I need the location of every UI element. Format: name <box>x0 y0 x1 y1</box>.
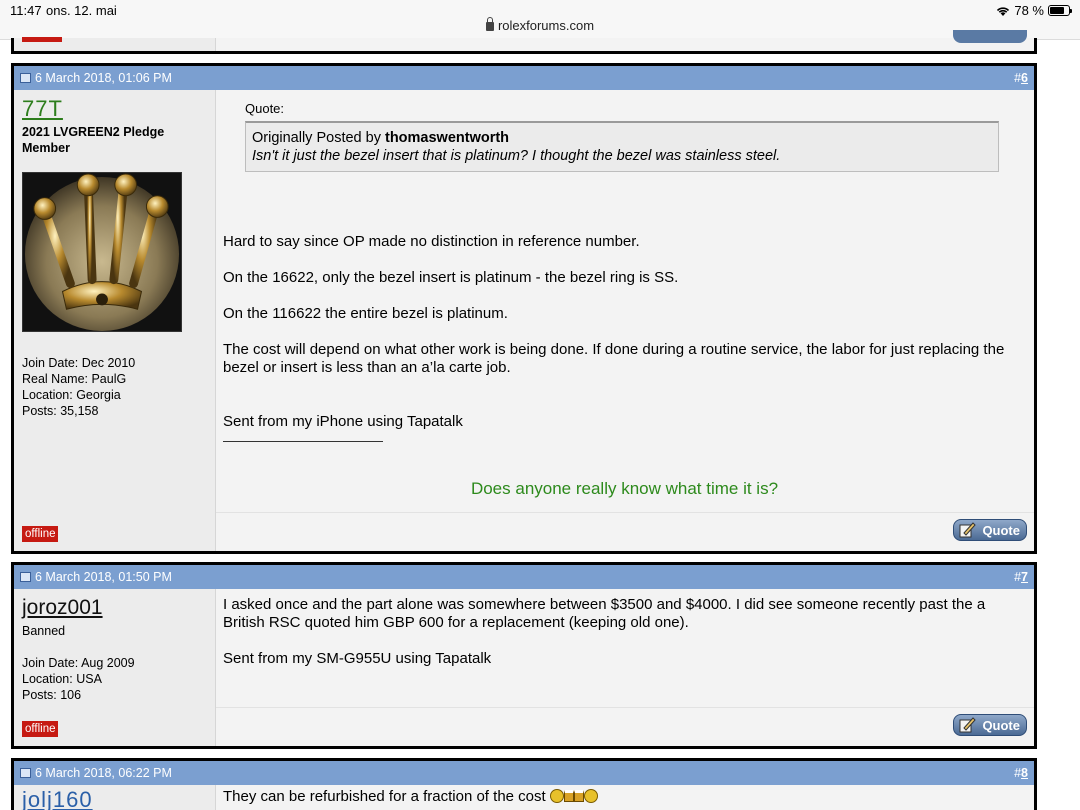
post-number-link[interactable]: #8 <box>1014 761 1028 785</box>
battery-icon <box>1048 5 1072 16</box>
quote-box: Originally Posted by thomaswentworth Isn… <box>245 121 999 172</box>
username-link[interactable]: jolj160 <box>22 787 207 810</box>
url-text: rolexforums.com <box>497 18 595 33</box>
lock-icon <box>485 17 494 31</box>
post-message: Quote: Originally Posted by thomaswentwo… <box>216 90 1034 551</box>
post-icon <box>20 73 31 83</box>
signature-divider <box>223 441 383 442</box>
real-name: Real Name: PaulG <box>22 372 127 386</box>
post-header: 6 March 2018, 01:06 PM #6 <box>14 66 1034 90</box>
post-header: 6 March 2018, 06:22 PM #8 <box>14 761 1034 785</box>
message-paragraph: Hard to say since OP made no distinction… <box>223 233 640 250</box>
footer-divider <box>216 512 1034 513</box>
offline-badge: offline <box>22 721 59 737</box>
quote-button-label: Quote <box>982 523 1020 538</box>
footer-divider <box>216 707 1034 708</box>
previous-post-fragment <box>11 30 1037 54</box>
message-paragraph: On the 16622, only the bezel insert is p… <box>223 269 679 286</box>
post-date: 6 March 2018, 01:50 PM <box>35 570 172 584</box>
quote-pen-icon <box>959 522 976 538</box>
quote-text: Isn't it just the bezel insert that is p… <box>252 148 781 164</box>
user-title: 2021 LVGREEN2 Pledge Member <box>22 125 165 155</box>
post-message: I asked once and the part alone was some… <box>216 589 1034 746</box>
quote-label: Quote: <box>245 101 285 116</box>
signature: Does anyone really know what time it is? <box>470 479 779 498</box>
battery-percent: 78 % <box>1014 3 1044 18</box>
location: Location: Georgia <box>22 388 121 402</box>
post-6: 6 March 2018, 01:06 PM #6 77T 2021 LVGRE… <box>11 63 1037 554</box>
beer-icon <box>573 790 584 802</box>
quote-button[interactable]: Quote <box>953 519 1027 541</box>
user-title: Banned <box>22 624 66 638</box>
post-number[interactable]: 6 <box>1021 71 1028 85</box>
post-number[interactable]: 8 <box>1021 766 1028 780</box>
user-info: joroz001 Banned Join Date: Aug 2009 Loca… <box>14 589 216 746</box>
post-number-link[interactable]: #6 <box>1014 66 1028 90</box>
quote-button[interactable]: Quote <box>953 714 1027 736</box>
user-info: jolj160 <box>14 785 216 810</box>
message-paragraph: They can be refurbished for a fraction o… <box>223 788 546 805</box>
smiley-icon <box>549 789 564 803</box>
post-message: They can be refurbished for a fraction o… <box>216 785 1034 810</box>
status-date: ons. 12. mai <box>46 3 117 18</box>
quote-author-prefix: Originally Posted by <box>252 130 381 146</box>
post-count: Posts: 106 <box>22 688 82 702</box>
status-right: 78 % <box>996 3 1072 18</box>
offline-badge-fragment <box>22 37 62 42</box>
join-date: Join Date: Aug 2009 <box>22 656 135 670</box>
post-number-link[interactable]: #7 <box>1014 565 1028 589</box>
user-info: 77T 2021 LVGREEN2 Pledge Member Join Dat… <box>14 90 216 551</box>
message-paragraph: I asked once and the part alone was some… <box>223 596 986 631</box>
wifi-icon <box>997 6 1010 16</box>
join-date: Join Date: Dec 2010 <box>22 356 136 370</box>
post-date: 6 March 2018, 01:06 PM <box>35 71 172 85</box>
message-paragraph: The cost will depend on what other work … <box>223 341 1005 376</box>
address-bar[interactable]: rolexforums.com <box>0 17 1080 33</box>
post-8: 6 March 2018, 06:22 PM #8 jolj160 They c… <box>11 758 1037 810</box>
post-7: 6 March 2018, 01:50 PM #7 joroz001 Banne… <box>11 562 1037 749</box>
status-time: 11:47 <box>10 3 42 18</box>
quote-button-label: Quote <box>982 718 1020 733</box>
avatar[interactable] <box>22 172 182 332</box>
username-link[interactable]: 77T <box>22 96 207 122</box>
post-number[interactable]: 7 <box>1021 570 1028 584</box>
offline-badge: offline <box>22 526 59 542</box>
message-paragraph: On the 116622 the entire bezel is platin… <box>223 305 508 322</box>
smiley-icon <box>583 789 598 803</box>
username-link[interactable]: joroz001 <box>22 595 207 621</box>
quote-pen-icon <box>959 717 976 733</box>
quote-author: thomaswentworth <box>384 130 510 146</box>
location: Location: USA <box>22 672 102 686</box>
post-icon <box>20 572 31 582</box>
post-icon <box>20 768 31 778</box>
post-date: 6 March 2018, 06:22 PM <box>35 766 172 780</box>
quote-button-fragment[interactable] <box>953 30 1027 43</box>
message-paragraph: Sent from my SM-G955U using Tapatalk <box>223 650 492 667</box>
post-header: 6 March 2018, 01:50 PM #7 <box>14 565 1034 589</box>
status-bar: 11:47 ons. 12. mai 78 % rolexforums.com <box>0 0 1080 40</box>
message-paragraph: Sent from my iPhone using Tapatalk <box>223 413 463 430</box>
post-count: Posts: 35,158 <box>22 404 99 418</box>
beer-icon <box>563 790 574 802</box>
